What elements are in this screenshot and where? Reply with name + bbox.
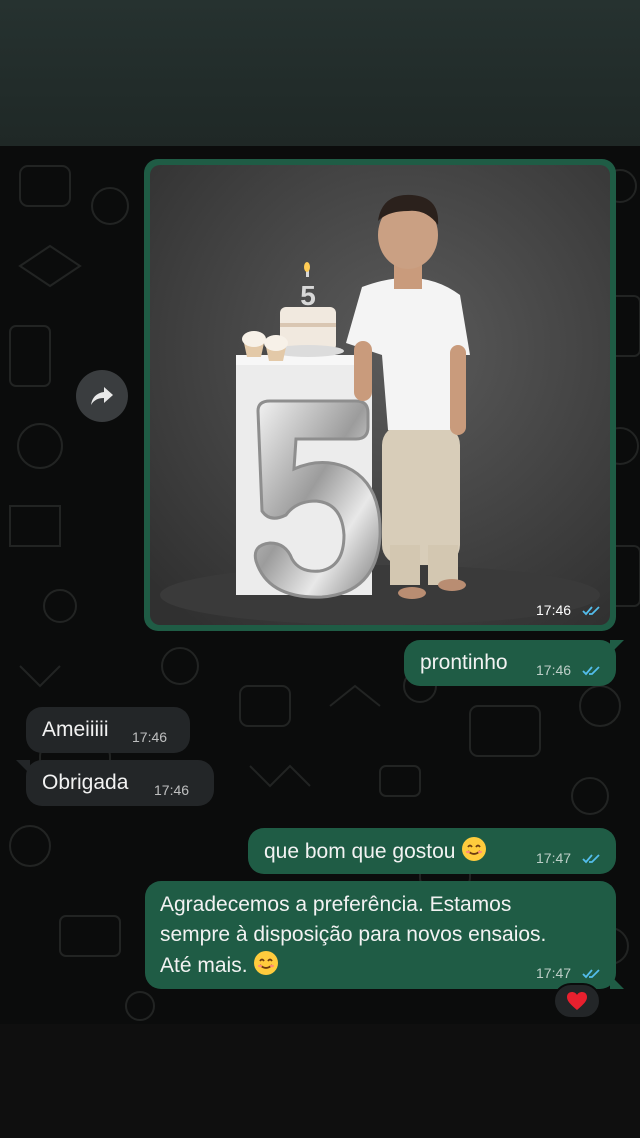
photo-image[interactable]: 5 — [150, 165, 610, 625]
message-line: Até mais. — [160, 954, 248, 977]
message-time: 17:46 — [132, 729, 168, 745]
message-text: prontinho — [420, 651, 508, 674]
message-text: que bom que gostou — [264, 836, 487, 867]
incoming-message[interactable]: Ameiiiii 17:46 — [26, 707, 190, 753]
red-heart-icon — [567, 992, 587, 1010]
top-header-bar — [0, 0, 640, 146]
double-check-icon — [582, 854, 600, 864]
bubble-tail — [610, 640, 624, 654]
double-check-icon — [582, 666, 600, 676]
outgoing-message[interactable]: prontinho 17:46 — [404, 640, 616, 686]
bubble-tail — [16, 760, 30, 774]
cake-number-candle: 5 — [300, 280, 316, 311]
outgoing-message[interactable]: que bom que gostou 17:47 — [248, 828, 616, 874]
message-text-content: que bom que gostou — [264, 840, 456, 863]
message-time: 17:47 — [536, 850, 572, 866]
photo-illustration: 5 — [150, 165, 610, 625]
outgoing-message[interactable]: Agradecemos a preferência. Estamos sempr… — [145, 881, 616, 989]
message-line: Agradecemos a preferência. Estamos — [160, 893, 512, 916]
message-line: sempre à disposição para novos ensaios. — [160, 923, 547, 946]
bubble-tail — [610, 975, 624, 989]
message-text: Agradecemos a preferência. Estamos sempr… — [160, 890, 546, 981]
forward-button[interactable] — [76, 370, 128, 422]
message-time: 17:46 — [536, 662, 572, 678]
photo-message[interactable]: 5 17:46 — [144, 159, 616, 631]
message-text: Obrigada — [42, 771, 129, 794]
smiling-face-icon — [462, 837, 487, 861]
message-time: 17:46 — [154, 782, 190, 798]
message-time: 17:47 — [536, 965, 572, 981]
double-check-icon — [582, 606, 600, 616]
bottom-bar — [0, 1024, 640, 1138]
incoming-message[interactable]: Obrigada 17:46 — [26, 760, 214, 806]
reaction-badge[interactable] — [553, 983, 601, 1019]
message-text: Ameiiiii — [42, 718, 109, 741]
forward-arrow-icon — [91, 387, 113, 405]
photo-time: 17:46 — [536, 602, 572, 618]
smiling-face-icon — [254, 951, 279, 975]
double-check-icon — [582, 969, 600, 979]
